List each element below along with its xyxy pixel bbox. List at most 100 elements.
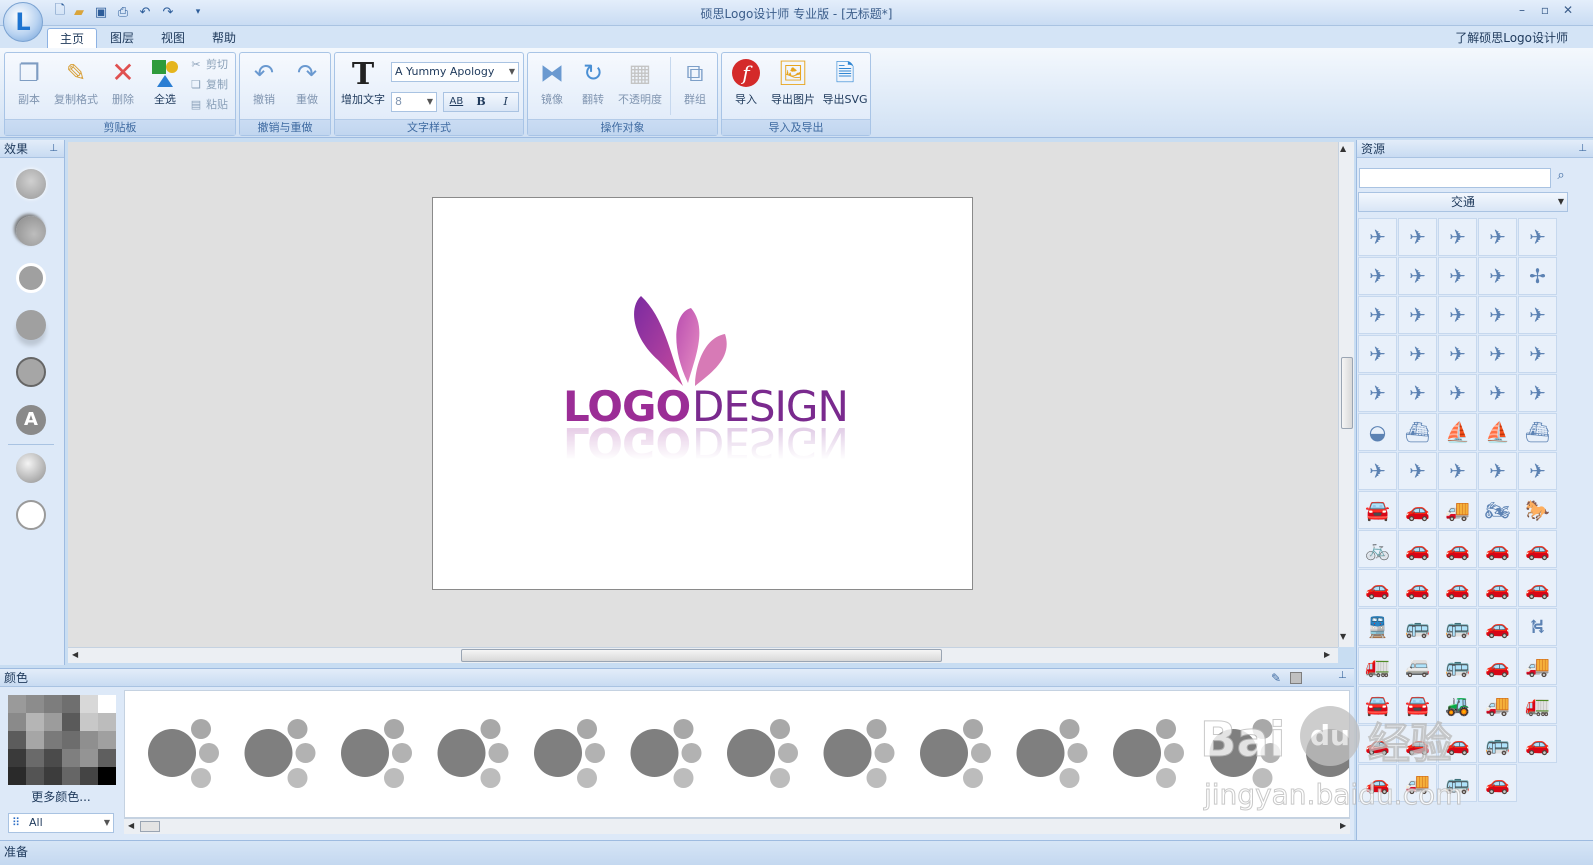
car-icon[interactable]: 🚗 — [1438, 530, 1477, 568]
airplane-icon[interactable]: ✈ — [1398, 218, 1437, 256]
gradient-swatch[interactable] — [244, 719, 316, 788]
vertical-scroll-thumb[interactable] — [1341, 357, 1353, 429]
color-swatch[interactable] — [62, 731, 80, 749]
add-text-button[interactable]: T 增加文字 — [337, 53, 389, 113]
effect-text-icon[interactable]: A — [16, 405, 46, 435]
sailboat-icon[interactable]: ⛵ — [1478, 413, 1517, 451]
airplane-icon[interactable]: ✈ — [1478, 452, 1517, 490]
color-swatch[interactable] — [62, 767, 80, 785]
airplane-icon[interactable]: ✈ — [1478, 374, 1517, 412]
airplane-icon[interactable]: ✈ — [1518, 374, 1557, 412]
bus-icon[interactable]: 🚌 — [1398, 608, 1437, 646]
redo-button[interactable]: ↷ 重做 — [285, 53, 329, 113]
pin-icon[interactable]: ⊥ — [1578, 140, 1587, 158]
bus-icon[interactable]: 🚌 — [1438, 647, 1477, 685]
car-icon[interactable]: 🚗 — [1398, 491, 1437, 529]
scroll-right-icon[interactable]: ▶ — [1340, 821, 1346, 830]
effect-border[interactable] — [16, 263, 46, 293]
color-swatch[interactable] — [26, 731, 44, 749]
airplane-icon[interactable]: ✈ — [1478, 257, 1517, 295]
car-icon[interactable]: 🚗 — [1478, 530, 1517, 568]
canvas-horizontal-scrollbar[interactable]: ◀ ▶ — [68, 647, 1338, 663]
car-icon[interactable]: 🚗 — [1478, 569, 1517, 607]
effect-reflection[interactable] — [16, 310, 46, 340]
canvas-vertical-scrollbar[interactable]: ▲ ▼ — [1338, 142, 1354, 647]
airplane-icon[interactable]: ✈ — [1398, 257, 1437, 295]
gradient-swatch[interactable] — [341, 719, 412, 788]
airplane-icon[interactable]: ✈ — [1518, 296, 1557, 334]
opacity-button[interactable]: ▦ 不透明度 — [614, 53, 666, 113]
palette-scrollbar[interactable]: ◀ ▶ — [124, 818, 1350, 834]
effect-inner-shadow[interactable] — [16, 216, 46, 246]
bus-icon[interactable]: 🚌 — [1438, 608, 1477, 646]
effect-outline[interactable] — [16, 357, 46, 387]
color-swatch[interactable] — [44, 749, 62, 767]
resource-search-input[interactable] — [1359, 168, 1551, 188]
car-icon[interactable]: 🚘 — [1358, 686, 1397, 724]
color-swatch[interactable] — [44, 767, 62, 785]
minimize-button[interactable]: – — [1512, 3, 1532, 21]
import-button[interactable]: f 导入 — [724, 53, 768, 113]
road-icon[interactable]: ⛕ — [1518, 608, 1557, 646]
color-swatch[interactable] — [8, 731, 26, 749]
airplane-icon[interactable]: ✈ — [1398, 335, 1437, 373]
airplane-icon[interactable]: ✈ — [1358, 452, 1397, 490]
gradient-swatch[interactable] — [1113, 719, 1184, 788]
format-painter-button[interactable]: ✎ 复制格式 — [51, 53, 101, 113]
gradient-swatch[interactable] — [727, 719, 798, 788]
truck-icon[interactable]: 🚚 — [1478, 686, 1517, 724]
color-swatch[interactable] — [98, 713, 116, 731]
gradient-swatch[interactable] — [437, 719, 509, 788]
pin-icon[interactable]: ⊥ — [49, 140, 58, 158]
color-swatch[interactable] — [80, 731, 98, 749]
airplane-icon[interactable]: ✈ — [1478, 218, 1517, 256]
gradient-swatch[interactable] — [534, 719, 605, 788]
resource-category-select[interactable]: 交通 ▼ — [1358, 192, 1568, 212]
car-icon[interactable]: 🚗 — [1358, 569, 1397, 607]
bus-icon[interactable]: 🚌 — [1438, 764, 1477, 802]
airplane-icon[interactable]: ✈ — [1358, 374, 1397, 412]
car-icon[interactable]: 🚘 — [1398, 686, 1437, 724]
airplane-icon[interactable]: ✈ — [1518, 335, 1557, 373]
pin-icon[interactable]: ⊥ — [1338, 670, 1347, 681]
font-size-select[interactable]: 8 ▼ — [391, 92, 437, 112]
truck-icon[interactable]: 🚛 — [1358, 647, 1397, 685]
gradient-swatch[interactable] — [1016, 719, 1088, 788]
car-icon[interactable]: 🚗 — [1398, 569, 1437, 607]
tab-layers[interactable]: 图层 — [98, 28, 146, 48]
delete-button[interactable]: ✕ 删除 — [101, 53, 145, 113]
color-swatch[interactable] — [80, 713, 98, 731]
effect-gradient[interactable] — [16, 453, 46, 483]
color-swatch[interactable] — [62, 713, 80, 731]
color-swatch[interactable] — [98, 749, 116, 767]
gradient-swatch[interactable] — [1306, 719, 1350, 788]
airplane-icon[interactable]: ✈ — [1438, 335, 1477, 373]
palette-select[interactable]: ⠿ All ▼ — [8, 813, 114, 833]
scroll-up-icon[interactable]: ▲ — [1340, 144, 1346, 153]
airplane-icon[interactable]: ✈ — [1438, 374, 1477, 412]
color-swatch[interactable] — [26, 749, 44, 767]
color-swatch[interactable] — [62, 749, 80, 767]
bicycle-icon[interactable]: 🚲 — [1358, 530, 1397, 568]
color-swatch[interactable] — [98, 695, 116, 713]
airplane-badge-icon[interactable]: ◒ — [1358, 413, 1397, 451]
cut-button[interactable]: ✂ 剪切 — [189, 55, 228, 75]
car-icon[interactable]: 🚗 — [1478, 764, 1517, 802]
color-swatch[interactable] — [44, 713, 62, 731]
rotate-button[interactable]: ↻ 翻转 — [571, 53, 615, 113]
export-svg-button[interactable]: 🗎 导出SVG — [820, 53, 870, 113]
select-all-button[interactable]: 全选 — [143, 53, 187, 113]
gradient-swatch[interactable] — [920, 719, 991, 788]
italic-button[interactable]: I — [493, 93, 518, 111]
restore-button[interactable]: ▫ — [1535, 3, 1555, 21]
color-swatch[interactable] — [80, 767, 98, 785]
color-swatch[interactable] — [8, 767, 26, 785]
tab-home[interactable]: 主页 — [47, 28, 98, 48]
bus-icon[interactable]: 🚌 — [1478, 725, 1517, 763]
airplane-icon[interactable]: ✈ — [1518, 218, 1557, 256]
helicopter-icon[interactable]: ✢ — [1518, 257, 1557, 295]
car-icon[interactable]: 🚗 — [1518, 530, 1557, 568]
car-icon[interactable]: 🚗 — [1478, 608, 1517, 646]
search-icon[interactable]: ⌕ — [1552, 168, 1570, 188]
car-icon[interactable]: 🚗 — [1398, 725, 1437, 763]
